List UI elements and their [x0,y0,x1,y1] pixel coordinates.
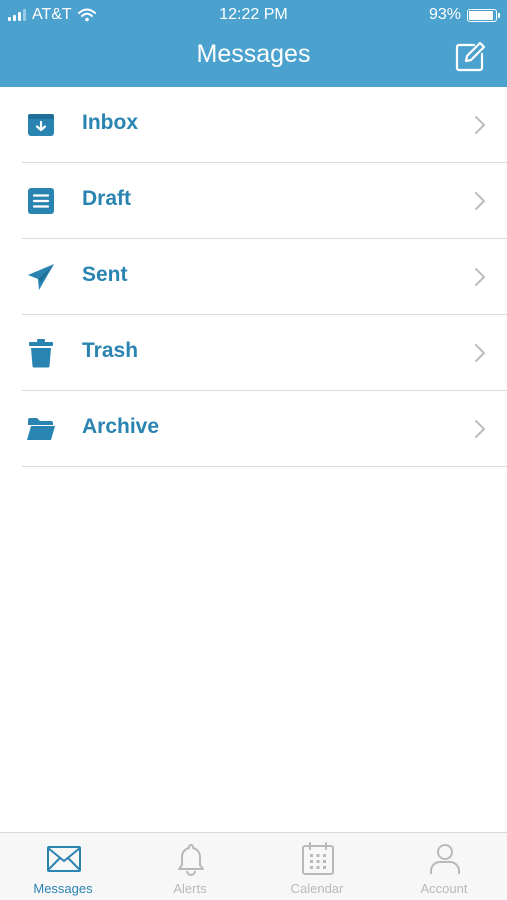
archive-icon [27,418,55,440]
folder-label: Draft [82,187,132,210]
trash-icon [29,339,53,368]
page-title: Messages [196,40,311,68]
compose-icon[interactable] [453,40,487,74]
folder-row-sent[interactable]: Sent [0,239,507,315]
sent-icon [28,264,54,290]
inbox-icon [28,114,54,136]
row-divider [22,466,507,467]
app-header: AT&T 12:22 PM 93% Messages [0,0,507,87]
tab-calendar[interactable]: Calendar [254,833,380,900]
bell-icon [178,844,204,876]
tab-alerts[interactable]: Alerts [127,833,253,900]
folder-label: Trash [82,339,139,362]
tab-label: Alerts [173,881,207,896]
tab-messages[interactable]: Messages [0,833,126,900]
tab-label: Messages [33,881,93,896]
chevron-right-icon [475,344,485,362]
folder-row-draft[interactable]: Draft [0,163,507,239]
folder-row-archive[interactable]: Archive [0,391,507,467]
tab-label: Account [420,881,468,896]
battery-icon [467,8,500,22]
folder-label: Sent [82,263,128,286]
envelope-icon [47,846,81,872]
tab-bar: Messages Alerts Calendar Account [0,832,507,900]
draft-icon [28,188,54,214]
person-icon [430,844,460,874]
battery-percent: 93% [428,6,461,23]
calendar-icon [302,842,334,875]
folder-label: Archive [82,415,160,438]
tab-label: Calendar [290,881,344,896]
chevron-right-icon [475,192,485,210]
folder-row-inbox[interactable]: Inbox [0,87,507,163]
tab-account[interactable]: Account [381,833,507,900]
chevron-right-icon [475,420,485,438]
status-right: 93% [428,6,500,24]
status-bar: AT&T 12:22 PM 93% [0,0,507,30]
chevron-right-icon [475,268,485,286]
folder-label: Inbox [82,111,138,134]
folder-row-trash[interactable]: Trash [0,315,507,391]
chevron-right-icon [475,116,485,134]
folder-list: Inbox Draft Sent Trash Archive [0,87,507,467]
